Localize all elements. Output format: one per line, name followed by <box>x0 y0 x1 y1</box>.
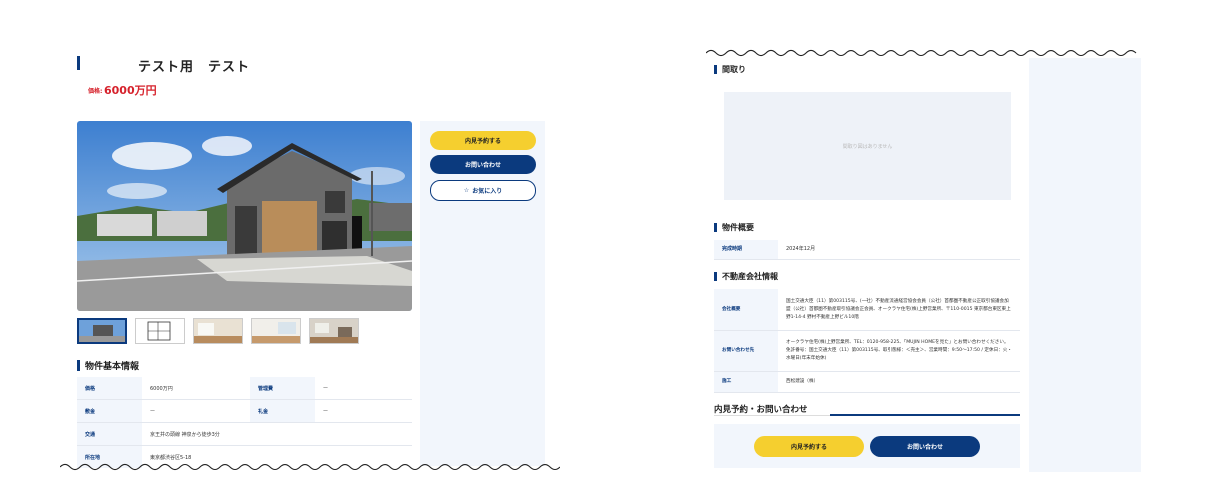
traffic-key: 交通 <box>77 422 142 446</box>
screenshot-cut-edge <box>60 462 560 472</box>
heading-accent-bar <box>77 360 80 371</box>
visit-reservation-button-bottom[interactable]: 内見予約する <box>754 436 864 457</box>
price-cell: 6000万円 <box>142 377 250 400</box>
builder-key: 施工 <box>714 371 778 393</box>
table-row: 価格 6000万円 管理費 ー <box>77 377 412 400</box>
company-summary-cell: 国土交通大臣（11）第003115号、(一社）不動産流通経営協会会員（公社）首都… <box>778 289 1020 331</box>
listing-title: テスト用 テスト <box>138 60 251 75</box>
key-money-key: 礼金 <box>250 399 315 423</box>
completion-cell: 2024年12月 <box>778 240 1020 260</box>
right-sidebar-column <box>1029 58 1141 472</box>
table-row: お問い合わせ先 オークラヤ住宅(株)上野営業所、TEL：0120-958-225… <box>714 330 1020 372</box>
overview-heading-text: 物件概要 <box>722 223 754 232</box>
completion-key: 完成時期 <box>714 240 778 260</box>
builder-cell: 西松建設（株） <box>778 371 1020 393</box>
company-table: 会社概要 国土交通大臣（11）第003115号、(一社）不動産流通経営協会会員（… <box>714 289 1020 393</box>
contact-section-heading: 内見予約・お問い合わせ <box>714 405 808 415</box>
management-fee-cell: ー <box>315 377 412 400</box>
table-row: 完成時期 2024年12月 <box>714 240 1020 260</box>
screenshot-cut-edge <box>706 48 1142 58</box>
thumbnail-floorplan[interactable] <box>135 318 185 344</box>
heading-accent-bar <box>714 223 717 232</box>
company-summary-key: 会社概要 <box>714 289 778 331</box>
price-label: 価格: <box>88 88 103 95</box>
price-value: 6000万円 <box>104 84 157 97</box>
contact-button-bottom[interactable]: お問い合わせ <box>870 436 980 457</box>
floorplan-heading-text: 間取り <box>722 65 746 74</box>
contact-button[interactable]: お問い合わせ <box>430 155 536 174</box>
visit-reservation-button[interactable]: 内見予約する <box>430 131 536 150</box>
deposit-key: 敷金 <box>77 399 142 423</box>
thumbnail-interior-3[interactable] <box>309 318 359 344</box>
favorite-button[interactable]: ☆ お気に入り <box>430 180 536 201</box>
table-row: 施工 西松建設（株） <box>714 371 1020 393</box>
thumbnail-exterior[interactable] <box>77 318 127 344</box>
heading-underline-accent <box>830 414 1020 416</box>
favorite-button-label: お気に入り <box>472 188 503 195</box>
title-accent-bar <box>77 56 80 70</box>
thumbnail-interior-2[interactable] <box>251 318 301 344</box>
company-heading: 不動産会社情報 <box>714 271 778 282</box>
heading-accent-bar <box>714 272 717 281</box>
management-fee-key: 管理費 <box>250 377 315 400</box>
overview-table: 完成時期 2024年12月 <box>714 240 1020 260</box>
floorplan-heading: 間取り <box>714 64 746 75</box>
table-row: 交通 京王井の頭線 神泉から徒歩3分 <box>77 422 412 446</box>
main-property-photo[interactable] <box>77 121 412 311</box>
table-row: 会社概要 国土交通大臣（11）第003115号、(一社）不動産流通経営協会会員（… <box>714 289 1020 331</box>
overview-heading: 物件概要 <box>714 222 754 233</box>
star-icon: ☆ <box>463 187 470 194</box>
traffic-cell: 京王井の頭線 神泉から徒歩3分 <box>142 422 412 446</box>
basic-info-table: 価格 6000万円 管理費 ー 敷金 ー 礼金 ー 交通 京王井の頭線 神泉から… <box>77 377 412 468</box>
basic-info-heading: 物件基本情報 <box>77 359 139 372</box>
thumbnail-interior-1[interactable] <box>193 318 243 344</box>
key-money-cell: ー <box>315 399 412 423</box>
photo-thumbnails <box>77 318 359 344</box>
floorplan-placeholder: 間取り図はありません <box>724 92 1011 200</box>
deposit-cell: ー <box>142 399 250 423</box>
price-key: 価格 <box>77 377 142 400</box>
basic-info-heading-text: 物件基本情報 <box>85 362 140 372</box>
company-contact-cell: オークラヤ住宅(株)上野営業所、TEL：0120-958-225、「MUJIN … <box>778 330 1020 372</box>
heading-underline-gray <box>714 415 830 416</box>
company-heading-text: 不動産会社情報 <box>722 272 778 281</box>
company-contact-key: お問い合わせ先 <box>714 330 778 372</box>
table-row: 敷金 ー 礼金 ー <box>77 399 412 423</box>
heading-accent-bar <box>714 65 717 74</box>
